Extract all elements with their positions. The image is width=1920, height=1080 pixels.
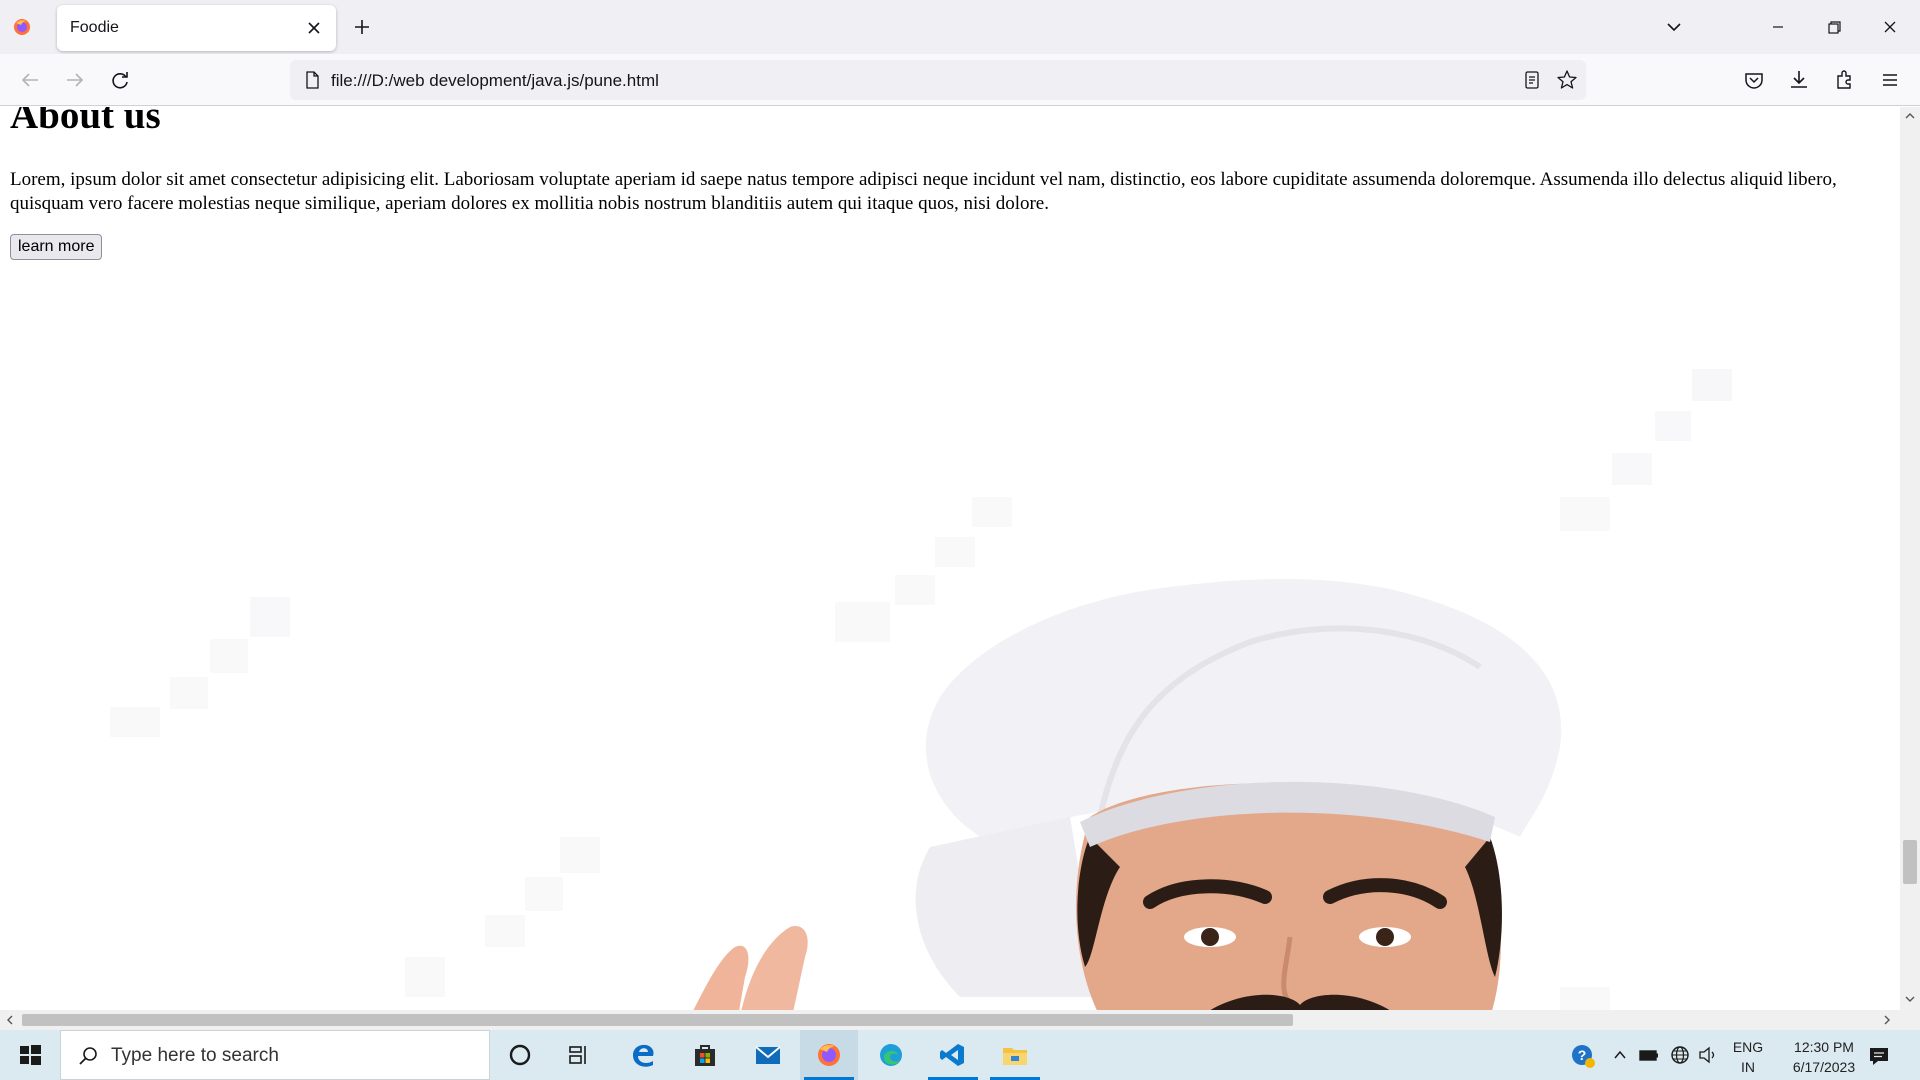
mail-icon [755, 1046, 781, 1064]
volume-icon[interactable] [1697, 1044, 1719, 1066]
edge-legacy-icon [633, 1044, 654, 1067]
edge-icon [880, 1044, 902, 1066]
forward-arrow-icon[interactable] [61, 66, 89, 94]
minimize-icon[interactable] [1760, 12, 1796, 42]
battery-icon[interactable] [1638, 1046, 1660, 1064]
taskbar-search[interactable]: Type here to search [60, 1030, 490, 1080]
windows-start-icon[interactable] [0, 1030, 60, 1080]
language-code: ENG [1732, 1039, 1764, 1055]
scroll-left-icon[interactable] [5, 1015, 15, 1025]
tab-foodie[interactable]: Foodie [57, 5, 336, 51]
extensions-icon[interactable] [1831, 66, 1859, 94]
notifications-icon[interactable] [1866, 1043, 1892, 1069]
vscode-icon [940, 1044, 964, 1066]
hamburger-menu-icon[interactable] [1876, 66, 1904, 94]
close-icon[interactable] [304, 18, 324, 38]
tab-title: Foodie [70, 19, 119, 36]
firefox-icon [14, 19, 30, 35]
clock-time: 12:30 PM [1794, 1039, 1854, 1055]
cortana-icon [509, 1044, 531, 1066]
scroll-down-icon[interactable] [1905, 994, 1915, 1004]
reload-icon[interactable] [106, 66, 134, 94]
taskbar: Type here to search ? ENG IN 12:30 PM 6/… [0, 1030, 1920, 1080]
chef-image [110, 369, 1732, 1010]
page-viewport[interactable]: About us Lorem, ipsum dolor sit amet con… [0, 107, 1900, 1010]
language-indicator[interactable]: ENG IN [1728, 1037, 1768, 1077]
edge-button[interactable] [862, 1030, 920, 1080]
globe-icon[interactable] [1669, 1044, 1691, 1066]
back-arrow-icon[interactable] [16, 66, 44, 94]
help-icon[interactable]: ? [1570, 1043, 1596, 1069]
restore-icon[interactable] [1816, 12, 1852, 42]
vertical-scrollbar[interactable] [1900, 107, 1920, 1010]
svg-text:?: ? [1578, 1047, 1587, 1063]
reader-view-icon[interactable] [1522, 70, 1542, 90]
firefox-taskbar-button[interactable] [800, 1030, 858, 1080]
download-icon[interactable] [1785, 66, 1813, 94]
chevron-up-icon[interactable] [1612, 1047, 1628, 1063]
clock-date: 6/17/2023 [1792, 1059, 1856, 1075]
horizontal-scrollbar[interactable] [0, 1010, 1900, 1030]
search-icon [79, 1047, 97, 1065]
language-region: IN [1741, 1059, 1755, 1075]
url-text[interactable]: file:///D:/web development/java.js/pune.… [331, 71, 659, 91]
mail-button[interactable] [739, 1030, 797, 1080]
store-button[interactable] [676, 1030, 734, 1080]
page-icon [306, 71, 319, 89]
star-icon[interactable] [1556, 69, 1578, 91]
about-paragraph: Lorem, ipsum dolor sit amet consectetur … [10, 169, 1837, 214]
navigation-toolbar: file:///D:/web development/java.js/pune.… [0, 54, 1920, 106]
firefox-icon [818, 1044, 840, 1066]
vscode-button[interactable] [924, 1030, 982, 1080]
scroll-up-icon[interactable] [1905, 111, 1915, 121]
clock[interactable]: 12:30 PM 6/17/2023 [1774, 1037, 1874, 1077]
scroll-right-icon[interactable] [1882, 1015, 1892, 1025]
pocket-icon[interactable] [1740, 66, 1768, 94]
learn-more-button[interactable]: learn more [10, 234, 103, 260]
edge-legacy-button[interactable] [615, 1030, 673, 1080]
file-explorer-button[interactable] [986, 1030, 1044, 1080]
cortana-button[interactable] [491, 1030, 549, 1080]
vertical-scroll-thumb[interactable] [1903, 840, 1917, 884]
search-placeholder: Type here to search [111, 1045, 279, 1066]
new-tab-icon[interactable] [350, 15, 374, 39]
page-heading: About us [10, 107, 161, 137]
horizontal-scroll-thumb[interactable] [22, 1014, 1293, 1026]
task-view-icon [569, 1046, 586, 1064]
chevron-down-icon[interactable] [1662, 15, 1686, 39]
tab-strip: Foodie [0, 0, 1920, 54]
file-explorer-icon [1003, 1048, 1027, 1065]
scrollbar-corner [1900, 1010, 1920, 1030]
window-close-icon[interactable] [1872, 12, 1908, 42]
address-bar[interactable]: file:///D:/web development/java.js/pune.… [290, 60, 1586, 100]
task-view-button[interactable] [550, 1030, 608, 1080]
store-icon [695, 1045, 715, 1066]
